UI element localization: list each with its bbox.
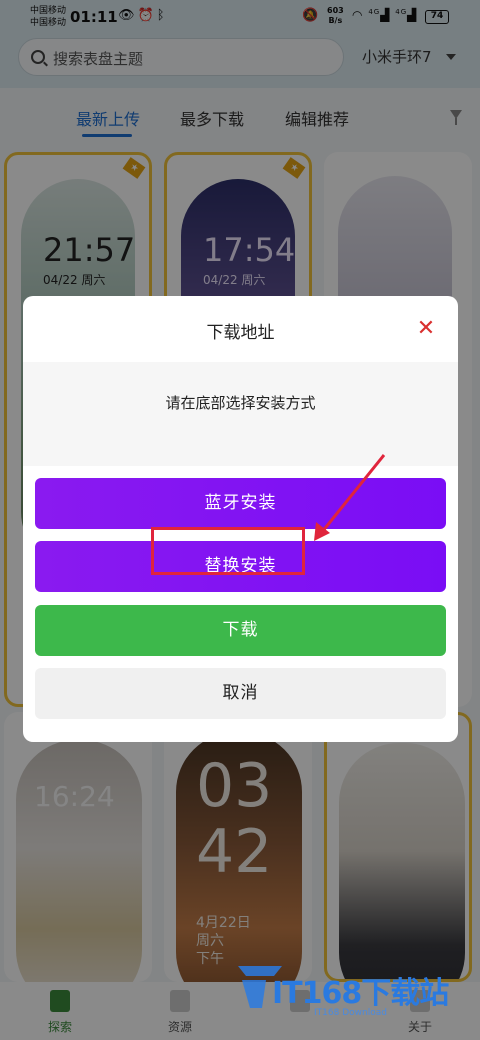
close-icon[interactable]: ✕ [415,318,437,340]
watermark-sub: IT168 Download [314,1008,387,1018]
watermark-logo: IT168下载站 IT168 Download [232,950,472,1030]
dialog-body: 请在底部选择安装方式 [23,362,458,466]
annotation-highlight-box [151,527,305,575]
download-dialog: 下载地址 ✕ 请在底部选择安装方式 蓝牙安装 替换安装 下载 取消 [23,296,458,742]
cancel-button[interactable]: 取消 [35,668,446,719]
dialog-message: 请在底部选择安装方式 [165,394,316,412]
dialog-title: 下载地址 [206,323,275,343]
download-button[interactable]: 下载 [35,605,446,656]
bluetooth-install-button[interactable]: 蓝牙安装 [35,478,446,529]
watermark-brand: IT168下载站 [272,976,449,1011]
